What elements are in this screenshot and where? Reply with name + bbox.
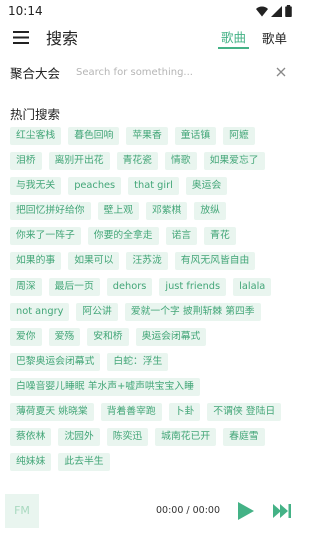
hamburger-menu-icon — [13, 30, 29, 44]
hot-search-tag[interactable]: 把回忆拼好给你 — [10, 202, 91, 221]
hot-search-tag[interactable]: 背着善宰跑 — [100, 403, 162, 422]
hot-search-tag[interactable]: 如果可以 — [68, 252, 120, 271]
hot-search-tag[interactable]: 如果爱忘了 — [203, 152, 265, 171]
hot-search-tag[interactable]: 爱你 — [10, 327, 42, 346]
hot-search-tag[interactable]: 青花瓷 — [116, 152, 158, 171]
clear-button[interactable] — [272, 63, 290, 81]
status-time: 10:14 — [8, 4, 43, 18]
hot-search-tag[interactable]: 最后一页 — [48, 277, 100, 296]
play-icon — [238, 501, 254, 520]
hot-search-tag[interactable]: 你来了一阵子 — [10, 227, 81, 246]
hot-search-tag[interactable]: 红尘客栈 — [10, 127, 62, 145]
hot-search-tag[interactable]: 童话镇 — [174, 127, 217, 145]
hot-search-tag[interactable]: 白噪音婴儿睡眠 羊水声+嘘声哄宝宝入睡 — [10, 377, 200, 396]
hot-search-tag[interactable]: 卜卦 — [168, 403, 201, 422]
hot-search-tag[interactable]: 阿公讲 — [76, 302, 118, 321]
hot-search-tag[interactable]: 薄荷夏天 姚晓棠 — [10, 403, 94, 422]
page-title: 搜索 — [46, 29, 79, 48]
signal-icon — [271, 5, 282, 17]
hot-search-tag[interactable]: 邓紫棋 — [145, 202, 188, 221]
hot-search-tag[interactable]: 周深 — [10, 277, 42, 296]
status-icons — [256, 5, 292, 17]
hot-search-tag[interactable]: 你要的全拿走 — [87, 227, 159, 246]
hot-search-tag[interactable]: 奥运会 — [185, 177, 228, 196]
hot-search-tag[interactable]: that girl — [128, 177, 179, 196]
album-cover[interactable]: FM — [5, 493, 39, 528]
hot-search-tag[interactable]: 泪桥 — [10, 152, 42, 171]
hot-search-tag[interactable]: 爱殇 — [48, 327, 81, 346]
hot-search-tag[interactable]: dehors — [106, 277, 153, 296]
hot-search-tag[interactable]: 纯妹妹 — [10, 453, 52, 472]
next-button[interactable] — [270, 499, 294, 523]
search-input[interactable] — [74, 65, 272, 79]
hot-search-tags: 红尘客栈 暮色回响 苹果香 童话镇 阿嬷泪桥 离别开出花 青花瓷 情歌 如果爱忘了与我无关 pea… — [0, 127, 300, 499]
hot-search-tag[interactable]: 巴黎奥运会闭幕式 — [10, 352, 101, 371]
hot-search-tag[interactable]: not angry — [10, 302, 70, 321]
hot-search-tag[interactable]: 不谓侠 登陆日 — [207, 403, 282, 422]
hot-search-tag[interactable]: 陈奕迅 — [106, 428, 149, 447]
wifi-icon — [256, 6, 268, 16]
hot-search-tag[interactable]: 城南花已开 — [155, 428, 217, 447]
hot-search-tag[interactable]: 诺言 — [165, 227, 198, 246]
hot-search-tag[interactable]: 此去半生 — [58, 453, 110, 472]
hot-search-tag[interactable]: 阿嬷 — [223, 127, 255, 145]
hot-search-tag[interactable]: 离别开出花 — [48, 152, 110, 171]
hot-search-tag[interactable]: 放纵 — [194, 202, 226, 221]
hot-search-title: 热门搜索 — [10, 107, 61, 122]
hot-search-tag[interactable]: 安和桥 — [87, 327, 129, 346]
status-bar: 10:14 — [0, 0, 300, 22]
hot-search-tag[interactable]: 爱就一个字 披荆斩棘 第四季 — [124, 302, 261, 321]
hot-search-tag[interactable]: 奥运会闭幕式 — [135, 327, 207, 346]
search-bar: 聚合大会 — [0, 56, 300, 88]
hot-search-tag[interactable]: 苹果香 — [126, 127, 168, 145]
hot-search-tag[interactable]: 有风无风皆自由 — [174, 252, 256, 271]
hot-search-tag[interactable]: peaches — [68, 177, 122, 196]
hot-search-tag[interactable]: 壁上观 — [97, 202, 139, 221]
hot-search-tag[interactable]: 暮色回响 — [68, 127, 120, 145]
hot-search-tag[interactable]: 白蛇：浮生 — [107, 352, 169, 371]
hot-search-tag[interactable]: 情歌 — [164, 152, 197, 171]
hot-search-tag[interactable]: 沈园外 — [58, 428, 100, 447]
menu-button[interactable] — [10, 26, 32, 48]
battery-icon — [285, 5, 292, 17]
play-button[interactable] — [234, 499, 258, 523]
app-bar: 搜索 歌曲 歌单 — [0, 22, 300, 52]
hot-search-tag[interactable]: 青花 — [204, 227, 236, 246]
close-icon — [276, 67, 286, 77]
hot-search-tag[interactable]: 与我无关 — [10, 177, 62, 196]
hot-search-tag[interactable]: 汪苏泷 — [126, 252, 168, 271]
hot-search-tag[interactable]: 春庭雪 — [223, 428, 265, 447]
tab-playlists[interactable]: 歌单 — [259, 26, 290, 49]
skip-next-icon — [273, 503, 291, 518]
playback-time: 00:00 / 00:00 — [156, 505, 220, 516]
mini-player: FM 00:00 / 00:00 — [0, 488, 300, 533]
source-selector[interactable]: 聚合大会 — [10, 63, 60, 82]
hot-search-tag[interactable]: just friends — [159, 277, 227, 296]
hot-search-tag[interactable]: lalala — [233, 277, 272, 296]
hot-search-tag[interactable]: 蔡依林 — [10, 428, 52, 447]
hot-search-tag[interactable]: 如果的事 — [10, 252, 62, 271]
tab-songs[interactable]: 歌曲 — [217, 25, 249, 49]
